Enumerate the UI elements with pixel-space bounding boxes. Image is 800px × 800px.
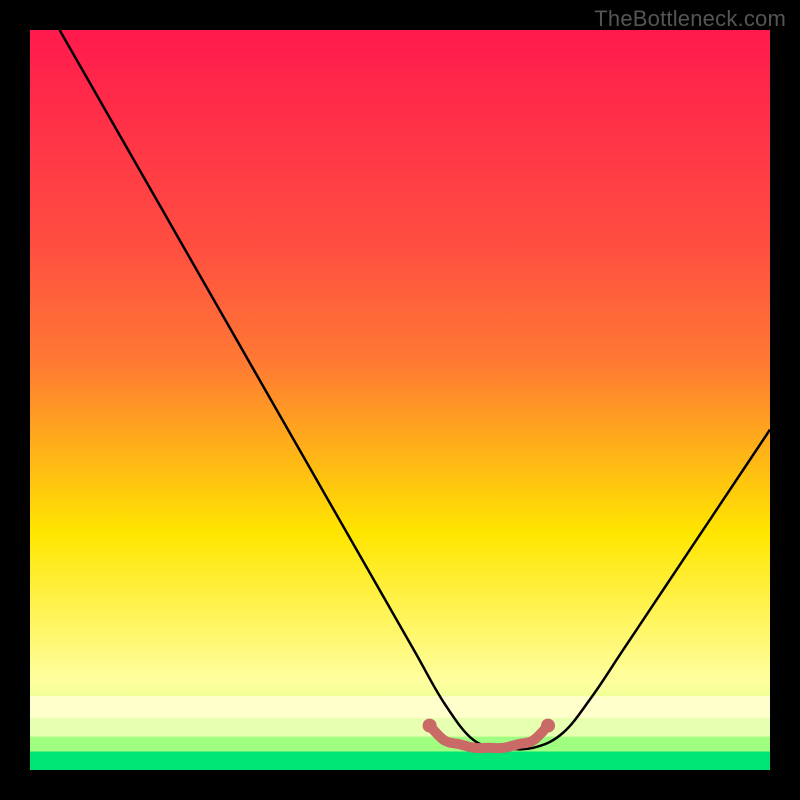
watermark-text: TheBottleneck.com bbox=[594, 6, 786, 32]
gradient-band bbox=[30, 752, 770, 771]
chart-background bbox=[30, 30, 770, 770]
optimal-zone-endpoint bbox=[541, 719, 555, 733]
gradient-band bbox=[30, 718, 770, 737]
chart-svg bbox=[30, 30, 770, 770]
gradient-band bbox=[30, 737, 770, 752]
bottleneck-chart bbox=[30, 30, 770, 770]
gradient-band bbox=[30, 696, 770, 718]
optimal-zone-endpoint bbox=[423, 719, 437, 733]
